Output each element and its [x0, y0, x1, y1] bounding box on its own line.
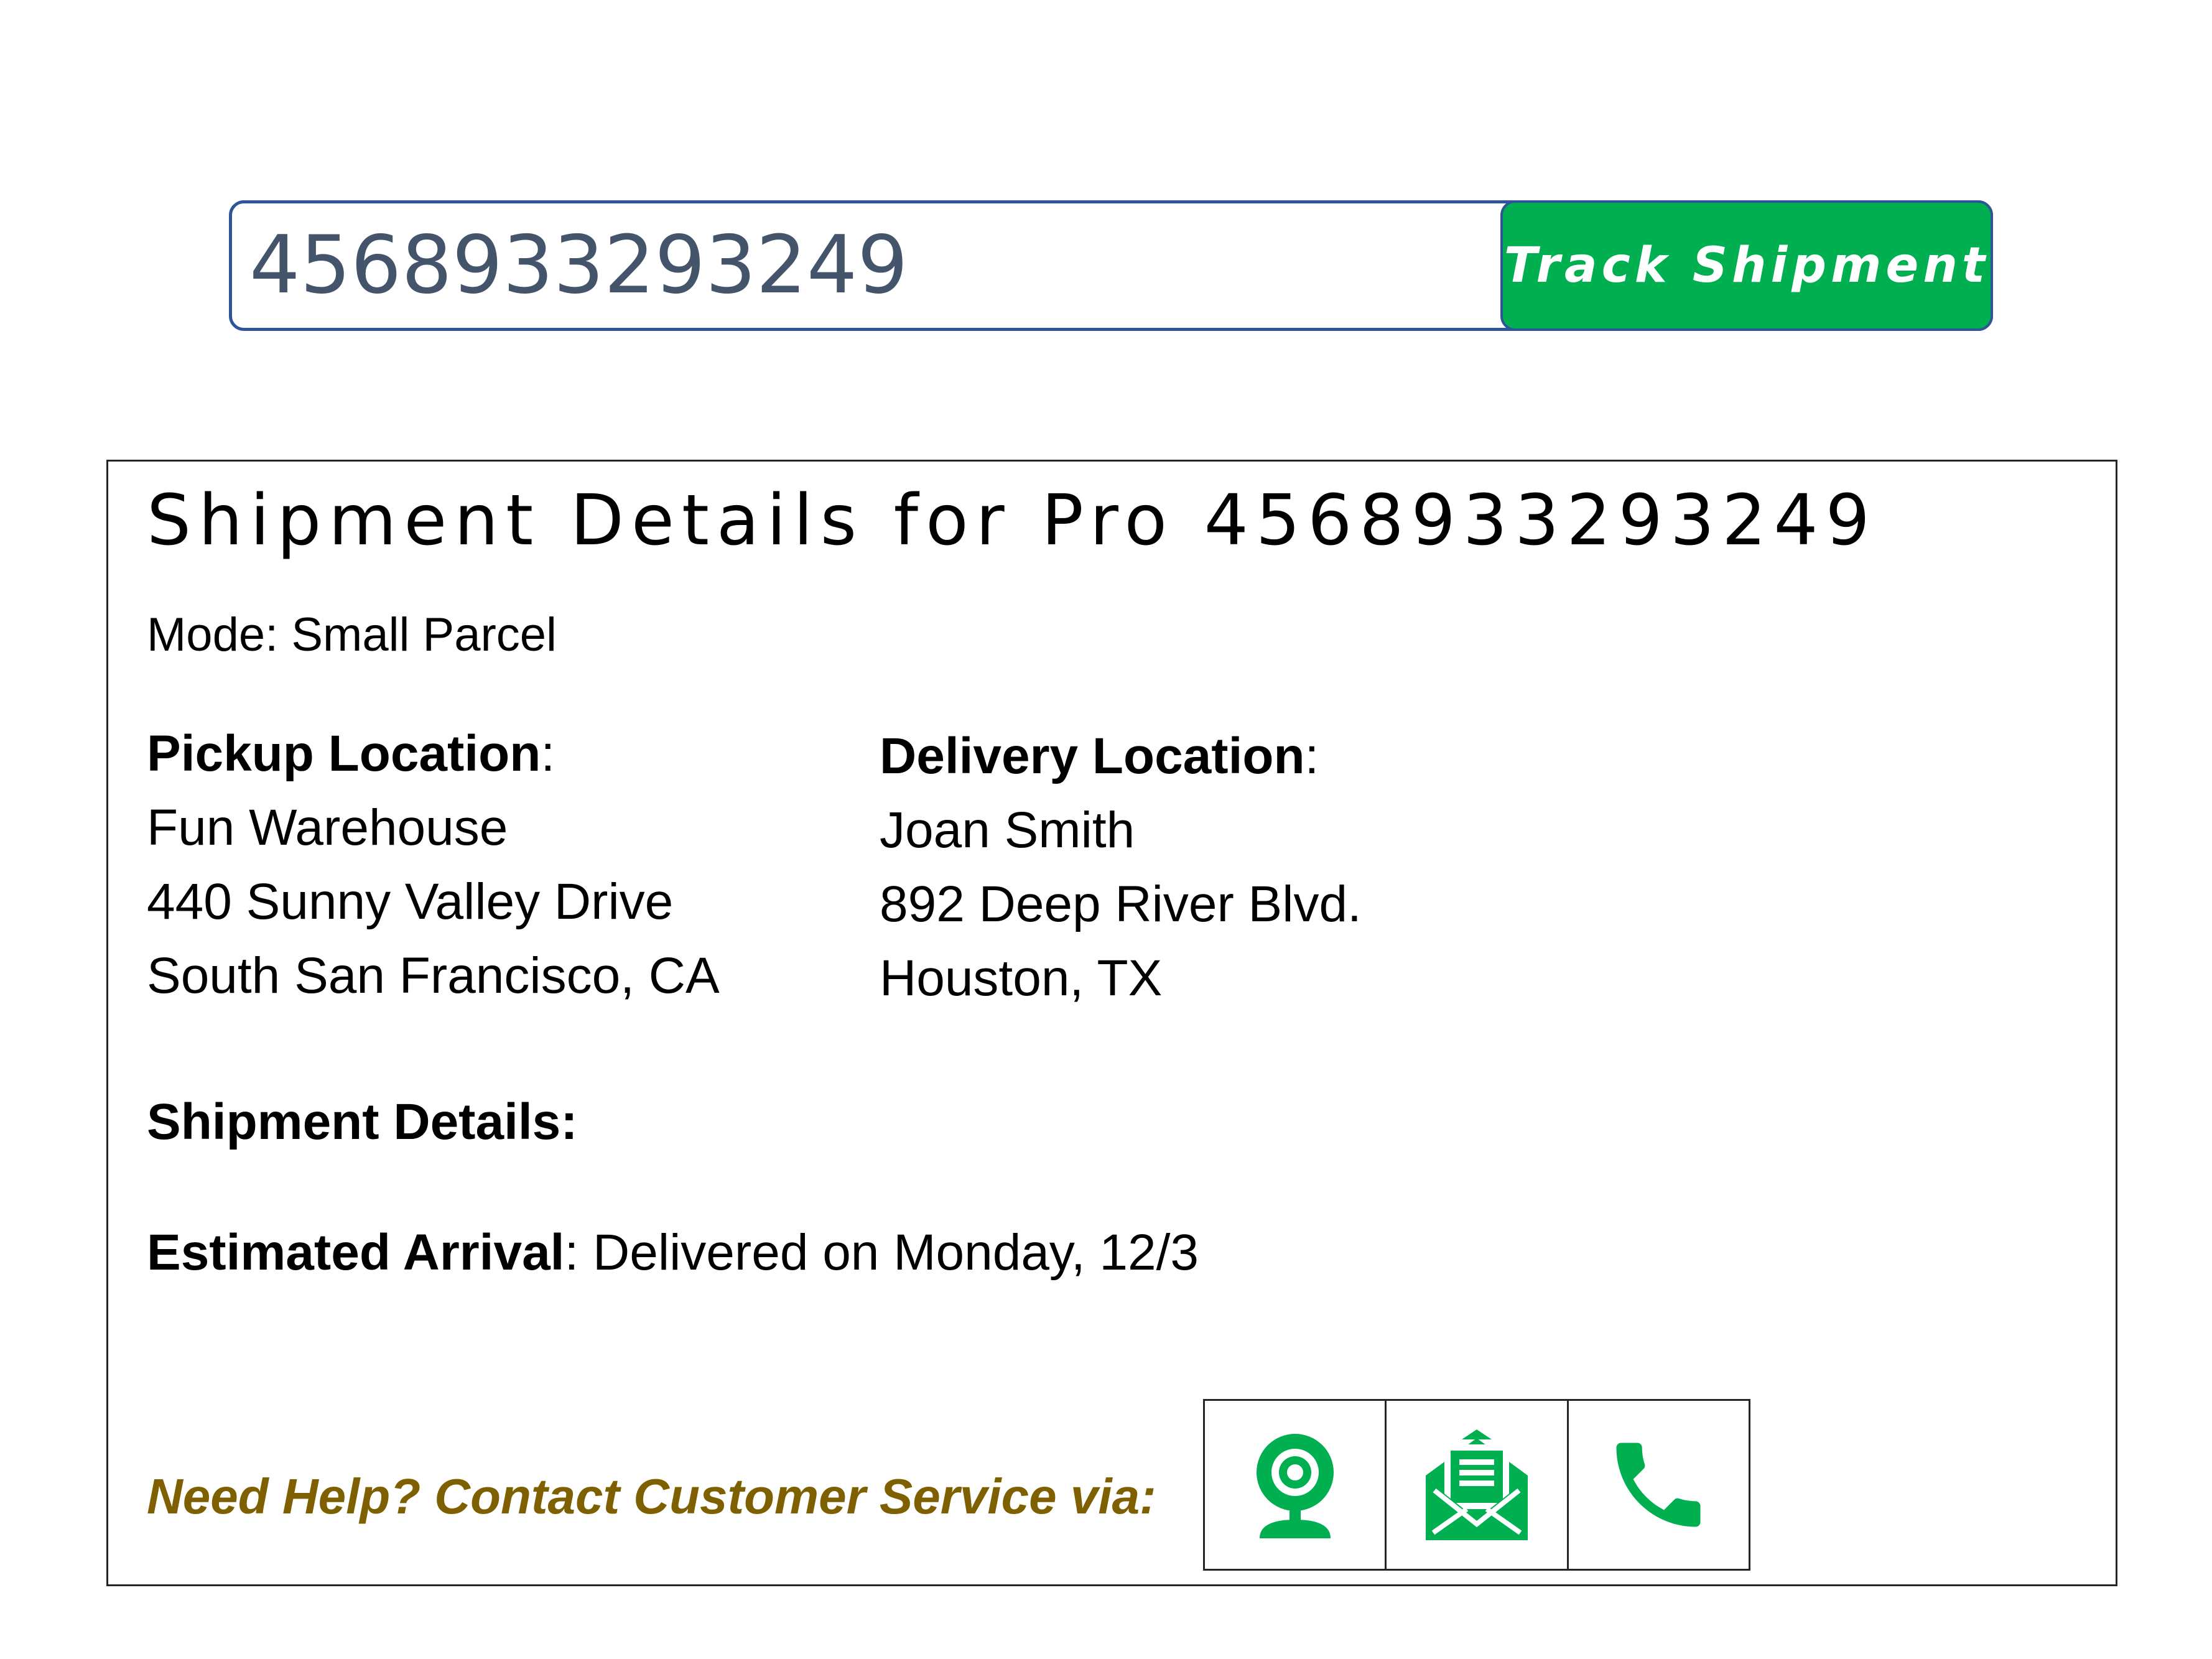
tracking-number-input[interactable]	[249, 203, 1481, 328]
pickup-heading: Pickup Location	[147, 725, 541, 782]
pickup-city: South San Francisco, CA	[147, 947, 720, 1004]
email-button[interactable]	[1385, 1401, 1566, 1569]
delivery-heading: Delivery Location	[880, 728, 1305, 784]
delivery-city: Houston, TX	[880, 950, 1163, 1006]
delivery-location: Delivery Location: Joan Smith 892 Deep R…	[880, 719, 1362, 1015]
phone-button[interactable]	[1566, 1401, 1749, 1569]
shipment-details-card: Shipment Details for Pro 4568933293249 M…	[106, 460, 2117, 1586]
mode-label: Mode:	[147, 608, 292, 661]
mode-value: Small Parcel	[291, 608, 557, 661]
pickup-street: 440 Sunny Valley Drive	[147, 873, 674, 930]
shipment-details-heading: Shipment Details:	[147, 1094, 578, 1150]
shipment-mode: Mode: Small Parcel	[147, 608, 557, 662]
pickup-location: Pickup Location: Fun Warehouse 440 Sunny…	[147, 717, 720, 1013]
estimated-arrival: Estimated Arrival: Delivered on Monday, …	[147, 1224, 1199, 1281]
tracking-search-bar: Track Shipment	[229, 200, 1993, 331]
track-shipment-button[interactable]: Track Shipment	[1500, 200, 1993, 331]
page-title: Shipment Details for Pro 4568933293249	[147, 480, 1877, 561]
webcam-icon	[1256, 1434, 1334, 1538]
delivery-name: Joan Smith	[880, 802, 1135, 858]
video-chat-button[interactable]	[1205, 1401, 1385, 1569]
eta-label: Estimated Arrival	[147, 1224, 565, 1281]
pickup-name: Fun Warehouse	[147, 799, 508, 856]
phone-icon	[1616, 1443, 1701, 1527]
help-text: Need Help? Contact Customer Service via:	[147, 1469, 1156, 1524]
envelope-icon	[1425, 1429, 1528, 1540]
contact-options	[1203, 1399, 1750, 1571]
delivery-street: 892 Deep River Blvd.	[880, 876, 1362, 932]
eta-value: Delivered on Monday, 12/3	[593, 1224, 1199, 1281]
